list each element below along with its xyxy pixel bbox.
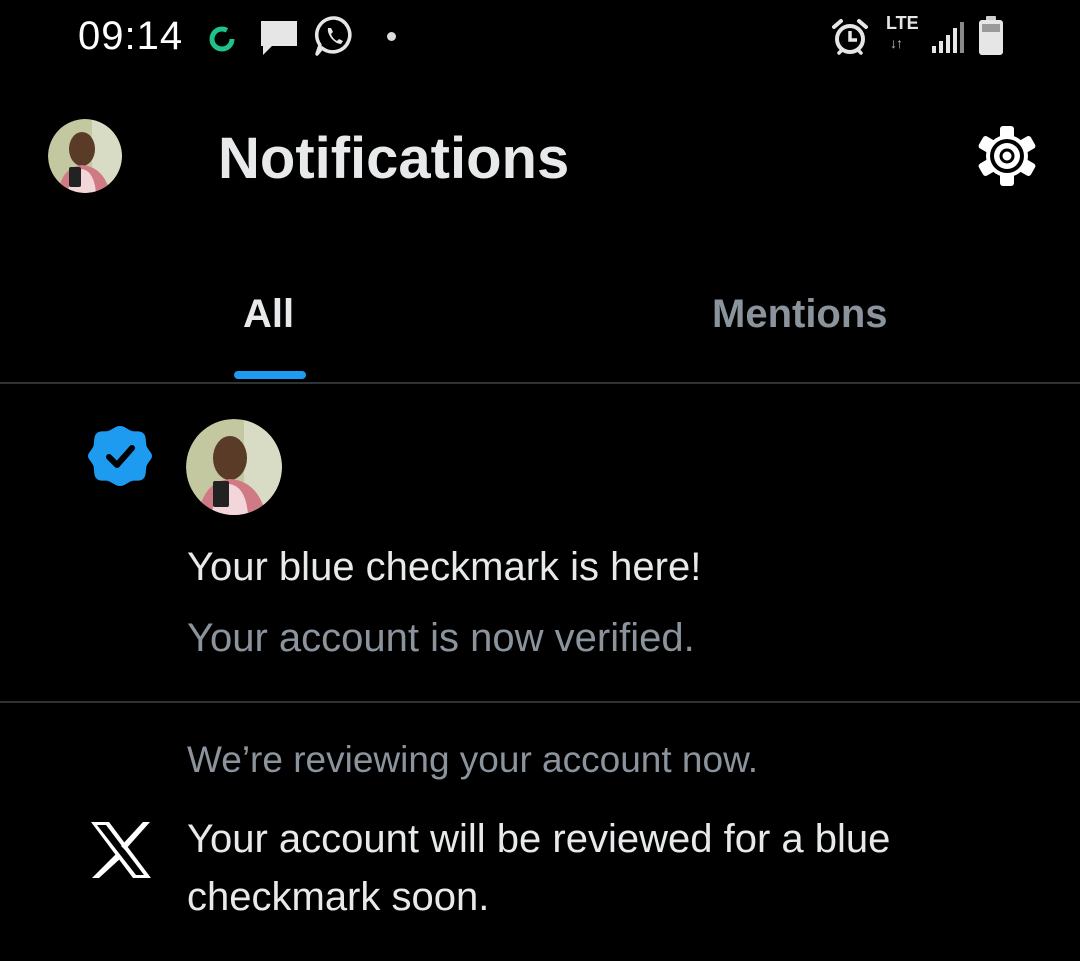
battery-icon <box>979 16 1003 55</box>
gear-icon[interactable] <box>974 123 1040 189</box>
notification-preface: We’re reviewing your account now. <box>187 739 759 780</box>
active-tab-indicator <box>234 371 306 379</box>
verified-badge-icon <box>88 426 152 486</box>
page-title: Notifications <box>218 126 570 191</box>
status-time: 09:14 <box>78 14 184 58</box>
message-icon <box>261 21 297 55</box>
notification-subtitle: Your account is now verified. <box>187 616 695 660</box>
x-logo-icon <box>91 822 151 878</box>
notification-dot-icon <box>387 32 396 41</box>
profile-avatar[interactable] <box>48 119 122 193</box>
signal-icon <box>932 22 964 53</box>
notification-title: Your blue checkmark is here! <box>187 545 702 589</box>
notification-body: Your account will be reviewed for a blue… <box>187 817 891 919</box>
alarm-icon <box>832 19 868 55</box>
tab-all[interactable]: All <box>243 286 294 342</box>
whatsapp-icon <box>314 16 352 56</box>
notification-avatar[interactable] <box>186 419 282 515</box>
lte-indicator: LTE <box>886 13 919 33</box>
data-arrows-icon: ↓↑ <box>890 35 903 51</box>
sync-icon <box>209 26 235 52</box>
tab-mentions[interactable]: Mentions <box>712 286 888 342</box>
